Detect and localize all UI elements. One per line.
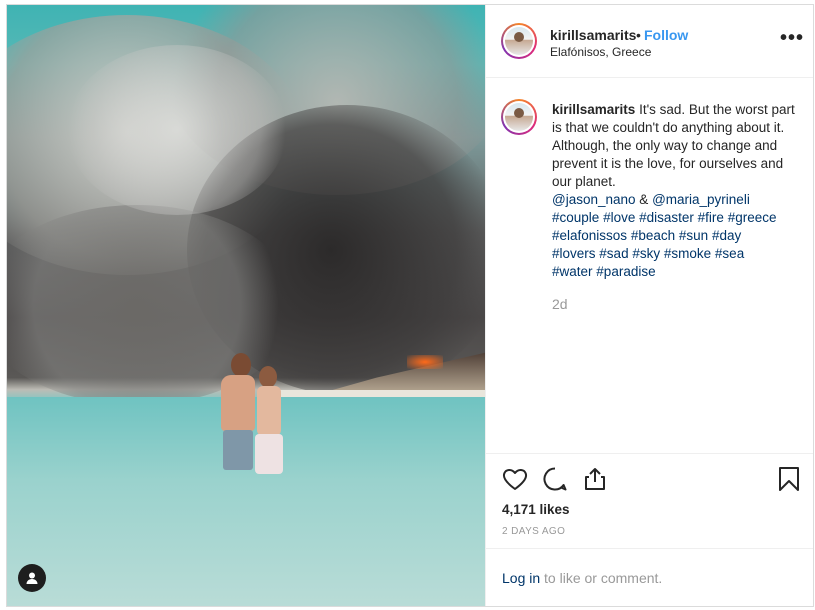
mention-joiner: & (639, 192, 649, 207)
avatar[interactable] (501, 23, 537, 59)
hashtag-link[interactable]: #couple (552, 210, 599, 225)
hashtag-link[interactable]: #lovers (552, 246, 596, 261)
comment-icon[interactable] (540, 464, 570, 494)
login-text: Log in to like or comment. (502, 570, 662, 586)
caption-text: kirillsamarits It's sad. But the worst p… (552, 101, 802, 281)
hashtag-link[interactable]: #greece (728, 210, 777, 225)
hashtag-link[interactable]: #elafonissos (552, 228, 627, 243)
hashtag-link[interactable]: #sky (632, 246, 660, 261)
smoke-cloud (67, 45, 287, 215)
caption-comment: kirillsamarits It's sad. But the worst p… (486, 77, 813, 453)
share-icon[interactable] (580, 464, 610, 494)
post-sidebar: kirillsamarits • Follow Elafónisos, Gree… (485, 5, 813, 606)
separator-dot: • (636, 27, 641, 43)
couple-figure (217, 350, 287, 490)
woman-figure (251, 364, 285, 484)
hashtag-link[interactable]: #smoke (664, 246, 711, 261)
post-timestamp: 2 DAYS AGO (502, 526, 566, 537)
hashtag-link[interactable]: #fire (698, 210, 724, 225)
login-prompt: Log in to like or comment. (486, 548, 813, 606)
mention-link[interactable]: @jason_nano (552, 192, 636, 207)
heart-icon[interactable] (500, 464, 530, 494)
post-header: kirillsamarits • Follow Elafónisos, Gree… (486, 5, 813, 78)
more-options-icon[interactable]: ••• (780, 27, 804, 50)
hashtag-link[interactable]: #sun (679, 228, 708, 243)
hashtag-link[interactable]: #water (552, 264, 593, 279)
login-link[interactable]: Log in (502, 570, 540, 586)
hashtag-link[interactable]: #beach (631, 228, 675, 243)
likes-count[interactable]: 4,171 likes (502, 502, 570, 517)
location-link[interactable]: Elafónisos, Greece (550, 45, 651, 59)
follow-button[interactable]: Follow (644, 27, 688, 43)
hashtag-link[interactable]: #paradise (596, 264, 655, 279)
hashtag-link[interactable]: #sea (715, 246, 744, 261)
hashtag-link[interactable]: #sad (599, 246, 628, 261)
action-bar: 4,171 likes 2 DAYS AGO (486, 453, 813, 549)
hashtag-link[interactable]: #day (712, 228, 741, 243)
post-photo[interactable] (7, 5, 485, 606)
post-card: kirillsamarits • Follow Elafónisos, Gree… (6, 4, 814, 607)
username-link[interactable]: kirillsamarits (550, 27, 636, 43)
mention-link[interactable]: @maria_pyrineli (652, 192, 750, 207)
login-rest: to like or comment. (540, 570, 663, 586)
hashtag-link[interactable]: #love (603, 210, 635, 225)
caption-age: 2d (552, 296, 568, 312)
bookmark-icon[interactable] (774, 464, 804, 494)
user-tag-icon[interactable] (18, 564, 46, 592)
fire-glow (407, 355, 443, 369)
avatar[interactable] (501, 99, 537, 135)
hashtag-link[interactable]: #disaster (639, 210, 694, 225)
caption-username[interactable]: kirillsamarits (552, 102, 635, 117)
